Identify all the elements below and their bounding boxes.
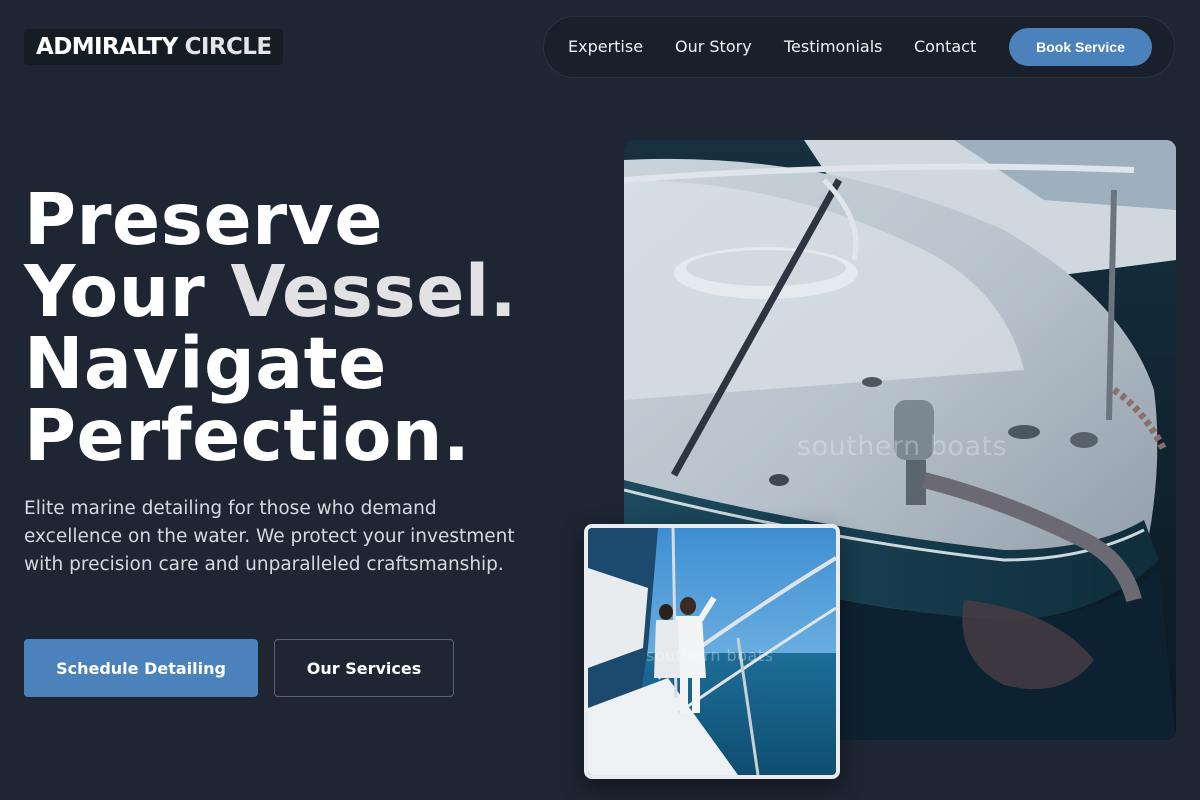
nav-link-testimonials[interactable]: Testimonials <box>784 37 883 57</box>
book-service-button[interactable]: Book Service <box>1009 28 1152 66</box>
our-services-button[interactable]: Our Services <box>274 639 454 697</box>
brand-name-part1: ADMIRALTY <box>36 34 178 60</box>
main-photo-watermark: southern boats <box>797 431 1008 462</box>
nav-link-our-story[interactable]: Our Story <box>675 37 752 57</box>
nav-link-expertise[interactable]: Expertise <box>568 37 643 57</box>
couple-on-deck-photo: southern boats <box>584 524 840 779</box>
headline-line-1: Preserve <box>24 178 384 261</box>
headline-line-3: Navigate <box>24 322 387 405</box>
brand-logo[interactable]: ADMIRALTY CIRCLE <box>24 29 284 65</box>
headline-line-2: Your Vessel. <box>24 256 517 328</box>
brand-name-part2: CIRCLE <box>184 34 272 60</box>
headline-line-2-a: Your <box>24 250 231 333</box>
hero-headline: Preserve Your Vessel. Navigate Perfectio… <box>24 184 517 472</box>
nav-link-contact[interactable]: Contact <box>914 37 976 57</box>
headline-line-4: Perfection. <box>24 394 471 477</box>
headline-line-2-accent: Vessel. <box>230 250 518 333</box>
main-nav: Expertise Our Story Testimonials Contact… <box>543 16 1175 78</box>
inset-photo-watermark: southern boats <box>646 646 774 665</box>
hero-subtitle: Elite marine detailing for those who dem… <box>24 498 515 575</box>
schedule-detailing-button[interactable]: Schedule Detailing <box>24 639 258 697</box>
